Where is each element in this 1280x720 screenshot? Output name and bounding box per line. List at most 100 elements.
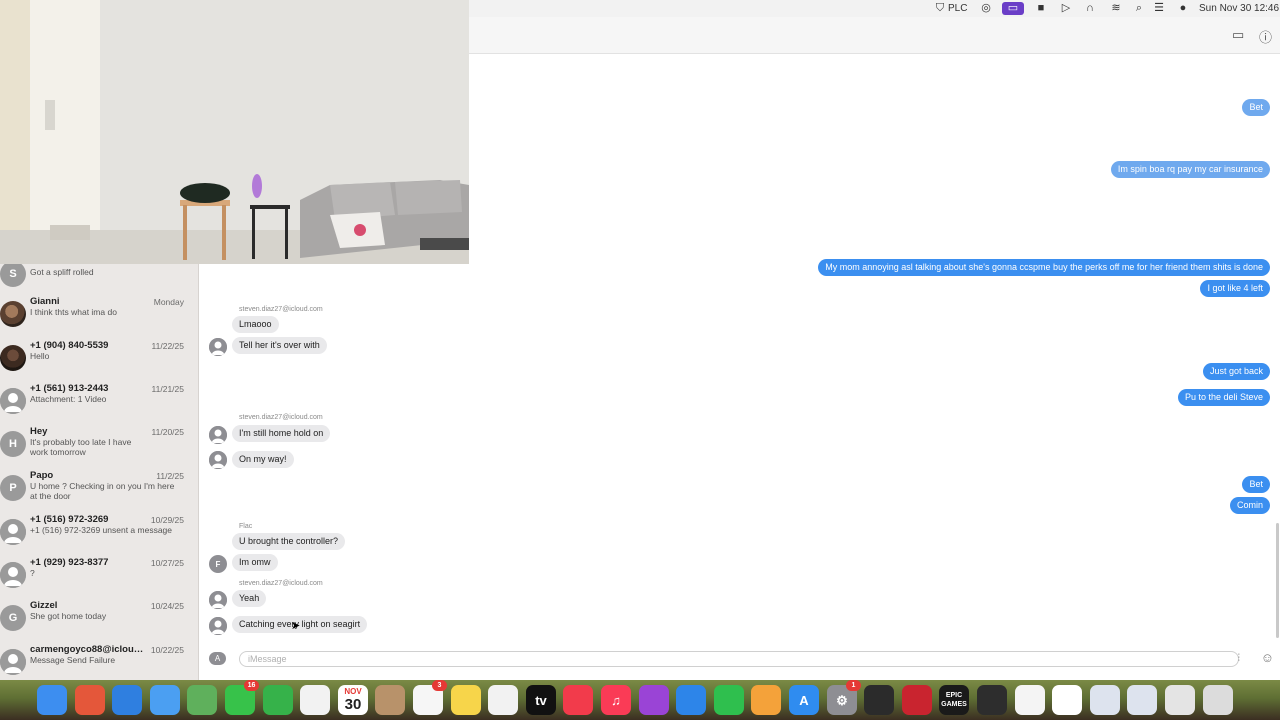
shield-icon[interactable]: ⛉ (933, 2, 947, 15)
conversation-item-5169723269[interactable]: +1 (516) 972-3269 10/29/25 +1 (516) 972-… (0, 512, 198, 555)
outgoing-message-bubble[interactable]: I got like 4 left (1200, 280, 1270, 297)
conversation-item-hey[interactable]: H Hey 11/20/25 It's probably too late I … (0, 424, 198, 467)
outgoing-message-bubble[interactable]: Bet (1242, 99, 1270, 116)
facetime-video-icon[interactable]: ▭ (1232, 27, 1244, 43)
conversation-date: 10/27/25 (150, 558, 184, 568)
info-icon[interactable]: ⓘ (1259, 27, 1272, 46)
window-thumbnail-icon[interactable] (1090, 685, 1120, 715)
epic-games-icon[interactable]: EPIC GAMES (939, 685, 969, 715)
sender-label: Flac (239, 523, 253, 530)
person-avatar-icon (0, 388, 26, 414)
app-store-apps-button[interactable]: A (209, 652, 226, 665)
contacts-icon[interactable] (375, 685, 405, 715)
facetime-icon[interactable] (263, 685, 293, 715)
freeform-icon[interactable] (488, 685, 518, 715)
avatar (0, 301, 26, 327)
app-store-icon[interactable]: A (789, 685, 819, 715)
conversation-item-carmengoyco88[interactable]: carmengoyco88@icloud.... 10/22/25 Messag… (0, 642, 198, 680)
reminders-icon[interactable]: 3 (413, 680, 447, 715)
news-icon[interactable] (563, 685, 593, 715)
siri-icon[interactable]: ● (1176, 2, 1190, 15)
conversation-name: Gizzel (30, 600, 58, 611)
window-thumbnail-icon-3[interactable] (1165, 685, 1195, 715)
messages-icon[interactable]: 16 (225, 680, 259, 715)
avatar: H (0, 431, 26, 457)
keynote-icon[interactable] (676, 685, 706, 715)
compose-bar: A ⫶ ☺ (199, 645, 1280, 680)
outgoing-message-bubble[interactable]: My mom annoying asl talking about she's … (818, 259, 1270, 276)
document-icon[interactable] (1015, 685, 1045, 715)
audio-message-icon[interactable]: ⫶ (1238, 653, 1241, 664)
incoming-message-bubble[interactable]: Lmaooo (232, 316, 279, 333)
transcript-scrollbar[interactable] (1276, 523, 1279, 638)
person-avatar-icon (209, 338, 227, 356)
conversation-item-9048405539[interactable]: +1 (904) 840-5539 11/22/25 Hello (0, 338, 198, 381)
menubar-datetime[interactable]: Sun Nov 30 12:46 (1199, 2, 1279, 15)
creative-cloud-icon[interactable]: ◎ (979, 2, 993, 15)
outgoing-message-bubble[interactable]: Comin (1229, 497, 1270, 514)
menubar-plc-label[interactable]: PLC (948, 2, 967, 15)
avatar: P (0, 475, 26, 501)
launchpad-icon[interactable] (75, 685, 105, 715)
conversation-date: 11/21/25 (151, 384, 184, 394)
control-center-icon[interactable]: ☰ (1152, 2, 1166, 15)
mail-icon[interactable] (150, 685, 180, 715)
maps-icon[interactable] (187, 685, 217, 715)
calendar-icon[interactable]: NOV 30 (338, 685, 368, 715)
conversation-item-gianni[interactable]: Gianni Monday I think thts what ima do (0, 294, 198, 337)
conversation-item-9299238377[interactable]: +1 (929) 923-8377 10/27/25 ? (0, 555, 198, 598)
incoming-message-bubble[interactable]: Tell her it's over with (232, 337, 327, 354)
incoming-message-bubble[interactable]: U brought the controller? (232, 533, 346, 550)
conversation-date: 11/2/25 (156, 471, 184, 481)
notification-badge: 1 (846, 680, 861, 691)
conversation-item-s[interactable]: S Got a spliff rolled (0, 264, 198, 297)
podcasts-icon[interactable] (639, 685, 669, 715)
headphones-icon[interactable]: ∩ (1083, 2, 1097, 15)
photo-booth-icon[interactable] (902, 685, 932, 715)
conversation-date: 11/20/25 (151, 427, 184, 437)
conversation-preview: It's probably too late I have work tomor… (30, 437, 132, 457)
wifi-icon[interactable]: ≋ (1109, 2, 1123, 15)
avatar: G (0, 605, 26, 631)
dock-icon-label: EPIC GAMES (941, 692, 967, 708)
pages-icon[interactable] (751, 685, 781, 715)
music-file-icon[interactable] (1052, 685, 1082, 715)
outgoing-message-bubble[interactable]: Bet (1242, 476, 1270, 493)
screen-mirror-icon[interactable]: ▭ (1002, 2, 1024, 15)
avatar-flac: F (209, 555, 227, 573)
outgoing-message-bubble[interactable]: Just got back (1202, 363, 1270, 380)
trash-icon[interactable] (1203, 685, 1233, 715)
conversation-name: Gianni (30, 296, 60, 307)
emoji-icon[interactable]: ☺ (1261, 650, 1274, 665)
window-thumbnail-icon-2[interactable] (1127, 685, 1157, 715)
numbers-icon[interactable] (714, 685, 744, 715)
notification-badge: 16 (244, 680, 259, 691)
notes-icon[interactable] (451, 685, 481, 715)
incoming-message-bubble[interactable]: Yeah (232, 590, 267, 607)
apple-tv-icon[interactable]: tv (526, 685, 556, 715)
play-icon[interactable]: ▷ (1059, 2, 1073, 15)
conversation-item-5619132443[interactable]: +1 (561) 913-2443 11/21/25 Attachment: 1… (0, 381, 198, 424)
video-camera-icon[interactable]: ■ (1034, 2, 1048, 15)
outgoing-message-bubble[interactable]: Pu to the deli Steve (1177, 389, 1270, 406)
conversation-item-papo[interactable]: P Papo 11/2/25 U home ? Checking in on y… (0, 468, 198, 511)
garageband-icon[interactable] (864, 685, 894, 715)
message-input[interactable] (239, 651, 1239, 667)
dock-icon-label: ♫ (611, 692, 621, 708)
conversation-item-gizzel[interactable]: G Gizzel 10/24/25 She got home today (0, 598, 198, 641)
music-icon[interactable]: ♫ (601, 685, 631, 715)
person-avatar-icon (209, 617, 227, 635)
spotlight-search-icon[interactable]: ⌕ (1132, 2, 1146, 15)
outgoing-message-bubble[interactable]: Im spin boa rq pay my car insurance (1110, 161, 1270, 178)
person-avatar-icon (0, 562, 26, 588)
photos-icon[interactable] (300, 685, 330, 715)
activity-monitor-icon[interactable] (977, 685, 1007, 715)
incoming-message-bubble[interactable]: I'm still home hold on (232, 425, 331, 442)
incoming-message-bubble[interactable]: On my way! (232, 451, 294, 468)
safari-icon[interactable] (112, 685, 142, 715)
dock-icon-label: A (799, 692, 809, 708)
sender-label: steven.diaz27@icloud.com (239, 580, 323, 587)
system-settings-icon[interactable]: ⚙ 1 (827, 680, 861, 715)
finder-icon[interactable] (37, 685, 67, 715)
incoming-message-bubble[interactable]: Im omw (232, 554, 278, 571)
